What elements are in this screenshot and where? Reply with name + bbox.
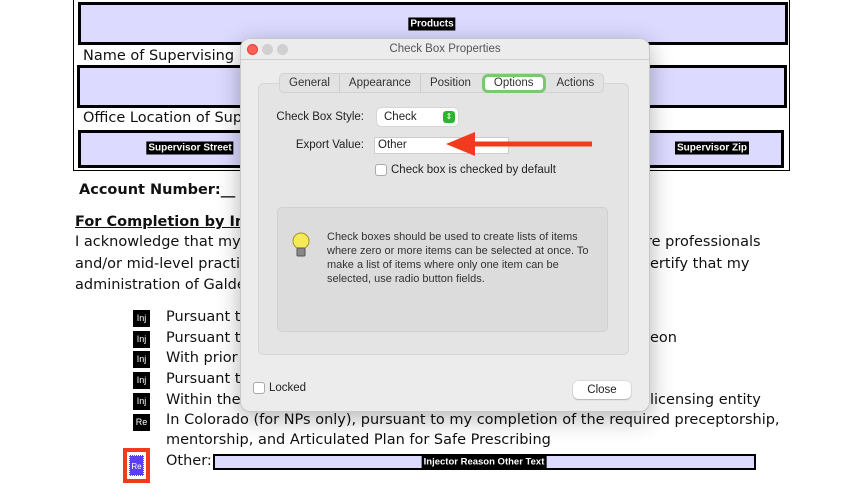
tab-actions[interactable]: Actions	[548, 74, 604, 92]
paragraph-line-3: administration of Galder	[75, 277, 252, 293]
minimize-window-icon[interactable]	[262, 44, 273, 55]
tab-general[interactable]: General	[280, 74, 340, 92]
tab-appearance[interactable]: Appearance	[340, 74, 421, 92]
default-checked-label: Check box is checked by default	[391, 164, 556, 176]
dialog-title: Check Box Properties	[389, 43, 501, 55]
other-label: Other:	[166, 453, 212, 469]
products-field-label: Products	[408, 17, 456, 31]
info-text: Check boxes should be used to create lis…	[327, 231, 589, 285]
tab-bar: General Appearance Position Options Acti…	[279, 73, 605, 93]
checkbox-field[interactable]: Inj	[133, 331, 150, 348]
paragraph-line-2: and/or mid-level practit	[75, 256, 246, 272]
account-number-label: Account Number:__	[79, 182, 236, 198]
tab-position[interactable]: Position	[421, 74, 480, 92]
export-label: Export Value:	[295, 139, 364, 151]
dialog-titlebar: Check Box Properties	[241, 39, 649, 60]
locked-label: Locked	[269, 382, 307, 394]
zoom-window-icon[interactable]	[277, 44, 288, 55]
style-select[interactable]: Check ⇕	[377, 108, 458, 126]
tab-options[interactable]: Options	[481, 73, 546, 93]
office-location-label: Office Location of Supe	[83, 110, 251, 126]
checkbox-field[interactable]: Inj	[133, 351, 150, 368]
other-text-field-label: Injector Reason Other Text	[421, 455, 547, 469]
locked-checkbox[interactable]	[253, 382, 265, 394]
list-item: Pursuant to	[166, 330, 250, 346]
checkbox-field[interactable]: Inj	[133, 310, 150, 327]
paragraph-line-1: I acknowledge that my s	[75, 234, 253, 250]
close-window-icon[interactable]	[247, 44, 258, 55]
supervisor-street-label: Supervisor Street	[146, 141, 234, 155]
stepper-icon: ⇕	[443, 111, 455, 123]
list-item: In Colorado (for NPs only), pursuant to …	[166, 412, 780, 428]
list-item-end: eon	[650, 330, 677, 346]
paragraph-line-1-end: re professionals	[646, 234, 761, 250]
check-box-properties-dialog: Check Box Properties General Appearance …	[240, 38, 650, 412]
list-item: With prior	[166, 350, 238, 366]
selected-checkbox-highlight[interactable]: Re	[123, 448, 150, 483]
list-item-end: licensing entity	[650, 392, 761, 408]
list-item-continuation: mentorship, and Articulated Plan for Saf…	[166, 432, 551, 448]
annotation-arrow	[446, 132, 592, 156]
arrow-head	[446, 132, 475, 156]
list-item: Pursuant to	[166, 309, 250, 325]
supervising-name-label: Name of Supervising He	[83, 48, 259, 64]
supervisor-zip-label: Supervisor Zip	[674, 141, 750, 155]
checkbox-field[interactable]: Re	[133, 414, 150, 431]
lightbulb-icon	[292, 232, 310, 257]
info-box: Check boxes should be used to create lis…	[277, 207, 608, 332]
selected-checkbox-field[interactable]: Re	[129, 455, 144, 476]
checkbox-field[interactable]: Inj	[133, 393, 150, 410]
list-item: Pursuant to	[166, 371, 250, 387]
paragraph-line-2-end: ertify that my	[650, 256, 750, 272]
checkbox-field[interactable]: Inj	[133, 372, 150, 389]
style-label: Check Box Style:	[276, 111, 364, 123]
default-checked-checkbox[interactable]	[375, 164, 387, 176]
list-item: Within the	[166, 392, 241, 408]
close-button[interactable]: Close	[573, 381, 631, 399]
style-select-value: Check	[384, 111, 417, 123]
